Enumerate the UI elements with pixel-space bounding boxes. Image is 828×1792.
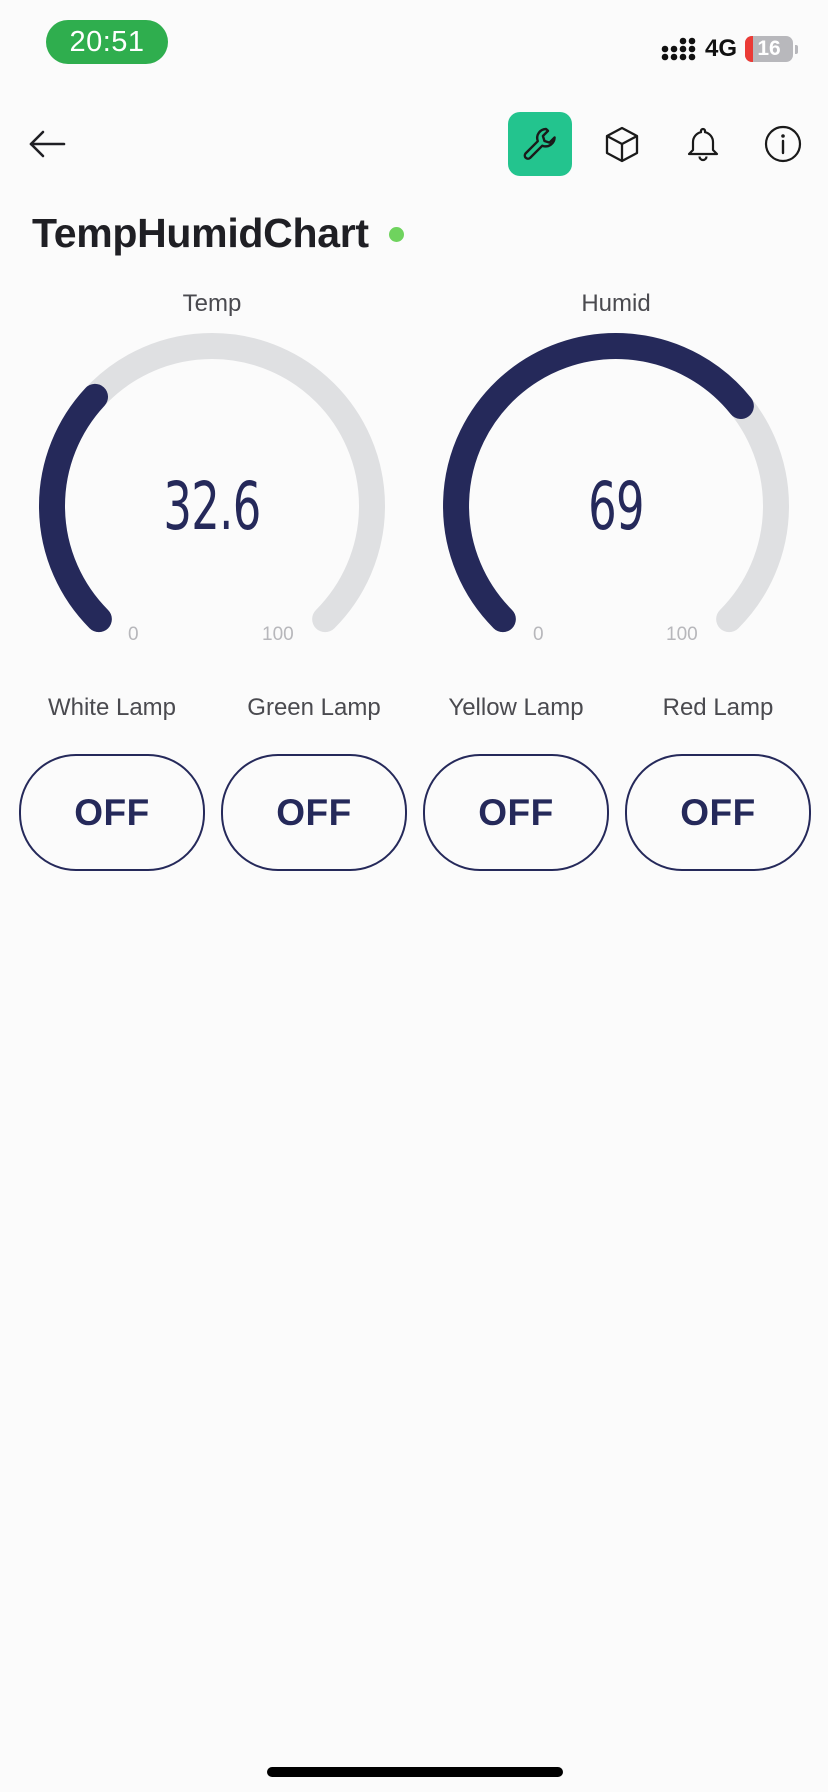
device-toolbar xyxy=(508,112,808,176)
app-screen: 20:51 4G 16 TempHumidChart Temp Humid 32… xyxy=(0,0,828,1792)
info-button[interactable] xyxy=(751,112,815,176)
red-lamp-toggle-button[interactable]: OFF xyxy=(625,754,811,871)
battery-level: 16 xyxy=(757,37,781,60)
lamp-label: White Lamp xyxy=(47,694,177,721)
status-time: 20:51 xyxy=(46,20,168,64)
white-lamp-widget: White Lamp OFF xyxy=(19,694,205,874)
red-lamp-widget: Red Lamp OFF xyxy=(625,694,811,874)
gauge-label: Humid xyxy=(581,290,651,317)
device-button[interactable] xyxy=(590,112,654,176)
humid-min-label: 0 xyxy=(533,624,544,645)
notifications-button[interactable] xyxy=(671,112,735,176)
yellow-lamp-toggle-button[interactable]: OFF xyxy=(423,754,609,871)
cube-icon xyxy=(605,126,639,163)
cellular-signal-icon xyxy=(661,37,696,61)
green-lamp-widget: Green Lamp OFF xyxy=(221,694,407,874)
online-status-dot xyxy=(389,227,404,242)
lamp-label: Yellow Lamp xyxy=(448,694,584,721)
network-type: 4G xyxy=(704,35,737,62)
temp-min-label: 0 xyxy=(128,624,139,645)
temp-max-label: 100 xyxy=(262,624,294,645)
status-bar-right: 4G 16 xyxy=(661,34,798,64)
humid-max-label: 100 xyxy=(666,624,698,645)
yellow-lamp-widget: Yellow Lamp OFF xyxy=(423,694,609,874)
temp-value: 32.6 xyxy=(163,468,261,545)
green-lamp-toggle-button[interactable]: OFF xyxy=(221,754,407,871)
humid-value: 69 xyxy=(588,468,644,545)
lamp-label: Green Lamp xyxy=(247,694,381,721)
info-icon xyxy=(764,125,802,163)
arrow-left-icon xyxy=(29,130,66,158)
white-lamp-toggle-button[interactable]: OFF xyxy=(19,754,205,871)
battery-icon: 16 xyxy=(745,36,793,62)
wrench-icon xyxy=(523,127,556,160)
lamp-label: Red Lamp xyxy=(662,694,774,721)
settings-button[interactable] xyxy=(508,112,572,176)
page-title: TempHumidChart xyxy=(32,210,369,256)
back-button[interactable] xyxy=(26,122,70,166)
gauge-label: Temp xyxy=(182,290,242,317)
battery-tip xyxy=(795,44,798,54)
bell-icon xyxy=(687,127,719,162)
home-indicator[interactable] xyxy=(267,1767,563,1777)
